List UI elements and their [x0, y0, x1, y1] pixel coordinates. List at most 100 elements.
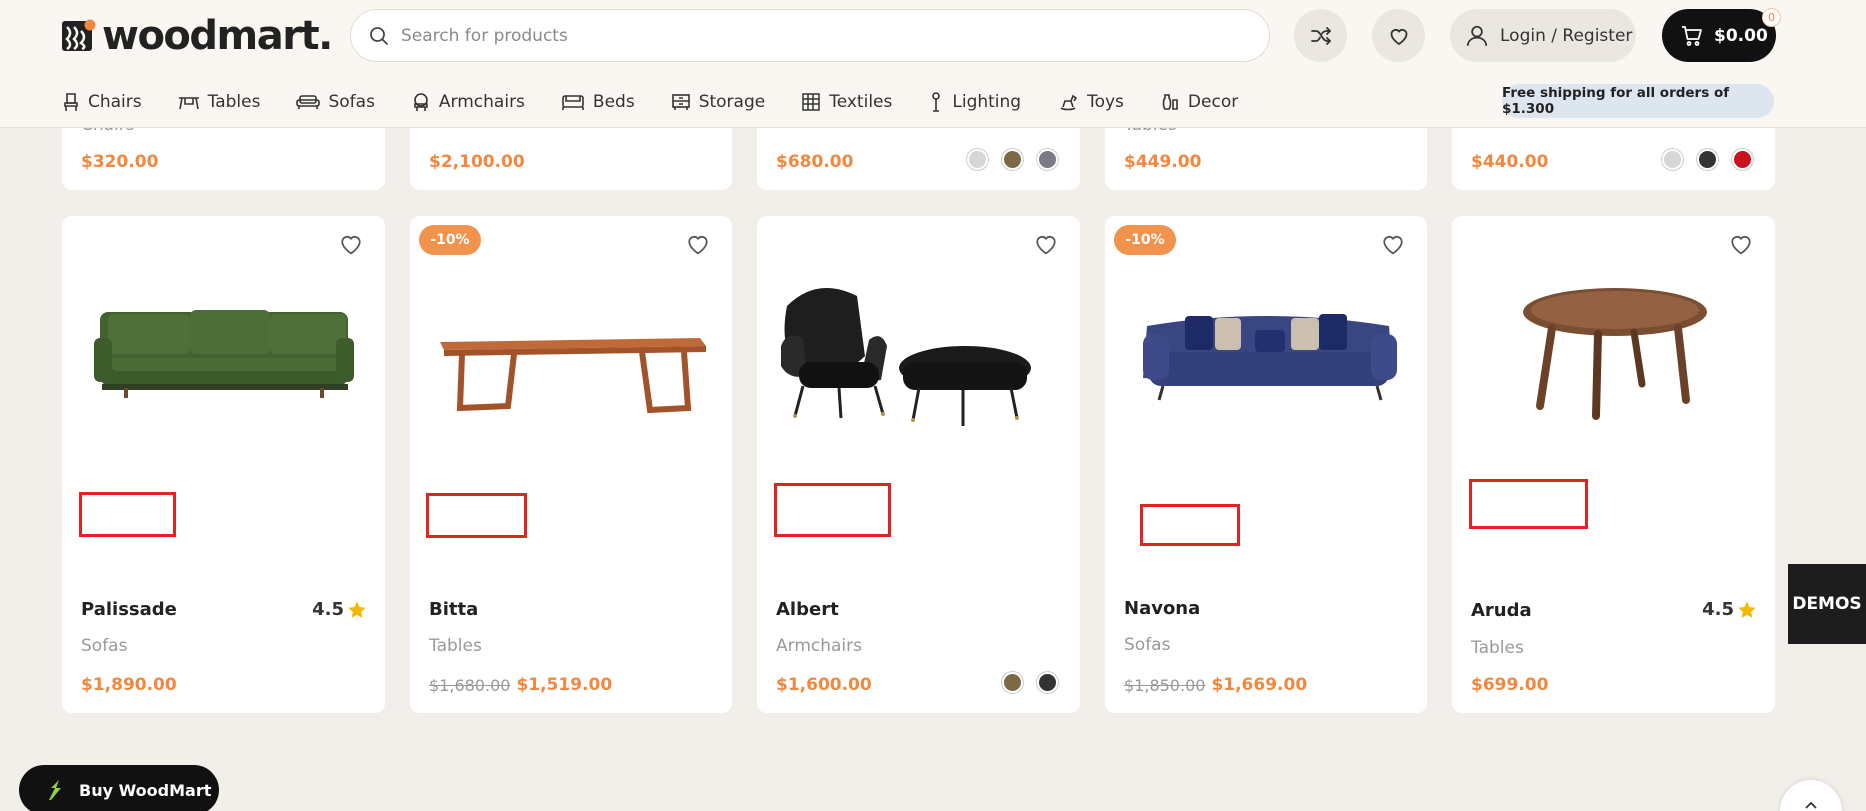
- nav-item-textiles[interactable]: Textiles: [801, 92, 892, 112]
- swatch-black[interactable]: [1037, 672, 1058, 693]
- product-category[interactable]: Tables: [1471, 638, 1524, 658]
- nav-item-label: Beds: [592, 92, 635, 112]
- product-card[interactable]: -10% Navona Sofas $1,850.00 $1,669.00: [1105, 216, 1427, 713]
- product-title[interactable]: Bitta: [429, 599, 478, 620]
- nav-item-label: Sofas: [328, 92, 375, 112]
- textiles-icon: [802, 93, 820, 111]
- product-image-round-wooden-table[interactable]: [1452, 276, 1775, 486]
- toy-horse-icon: [1060, 94, 1078, 111]
- product-rating: 4.5: [1702, 599, 1757, 620]
- search-input[interactable]: [401, 25, 1221, 46]
- price-current: $680.00: [776, 152, 854, 172]
- discount-badge: -10%: [419, 225, 481, 255]
- nav-item-beds[interactable]: Beds: [561, 92, 635, 112]
- product-image-green-sofa[interactable]: [62, 276, 385, 486]
- wishlist-button[interactable]: [1372, 9, 1425, 62]
- nav-item-chairs[interactable]: Chairs: [62, 92, 142, 112]
- logo[interactable]: woodmart.: [62, 13, 333, 59]
- cart-button[interactable]: $0.00: [1662, 9, 1776, 62]
- product-category[interactable]: Sofas: [81, 636, 127, 656]
- product-rating: 4.5: [312, 599, 367, 620]
- product-category[interactable]: Tables: [429, 636, 482, 656]
- product-title[interactable]: Navona: [1124, 598, 1200, 619]
- storage-icon: [671, 94, 690, 110]
- star-icon: [1738, 601, 1756, 618]
- lamp-icon: [932, 92, 941, 112]
- woodmart-leaf-icon: [49, 780, 61, 800]
- price-current: $440.00: [1471, 152, 1549, 172]
- swatch-light-grey[interactable]: [1662, 149, 1683, 170]
- login-label: Login / Register: [1500, 25, 1633, 46]
- nav-item-armchairs[interactable]: Armchairs: [411, 92, 525, 112]
- nav-item-tables[interactable]: Tables: [178, 92, 261, 112]
- add-to-wishlist-heart-icon[interactable]: [1727, 230, 1755, 258]
- product-price: $1,600.00: [776, 675, 872, 695]
- nav-item-sofas[interactable]: Sofas: [296, 92, 375, 112]
- product-image-black-armchair-ottoman[interactable]: [757, 276, 1080, 486]
- logo-text: woodmart.: [102, 13, 333, 59]
- category-nav: Chairs Tables Sofas Armchairs Beds Stora…: [62, 88, 1274, 116]
- product-price: $440.00: [1471, 152, 1548, 172]
- cart-icon: [1682, 25, 1702, 46]
- sofa-icon: [296, 95, 321, 109]
- price-old: $1,680.00: [429, 675, 511, 695]
- nav-item-label: Tables: [207, 92, 261, 112]
- login-register-button[interactable]: Login / Register: [1450, 9, 1636, 62]
- color-swatches: [1002, 672, 1058, 693]
- rating-value: 4.5: [1702, 599, 1734, 620]
- add-to-wishlist-heart-icon[interactable]: [1379, 230, 1407, 258]
- product-card[interactable]: Albert Armchairs $1,600.00: [757, 216, 1080, 713]
- cart-total: $0.00: [1714, 25, 1768, 46]
- product-card[interactable]: Palissade 4.5 Sofas $1,890.00: [62, 216, 385, 713]
- color-swatches: [967, 149, 1058, 170]
- nav-item-toys[interactable]: Toys: [1057, 92, 1124, 112]
- add-to-wishlist-heart-icon[interactable]: [337, 230, 365, 258]
- highlight-box: [1140, 504, 1240, 546]
- shuffle-icon: [1310, 26, 1331, 45]
- product-price: $680.00: [776, 152, 853, 172]
- nav-item-storage[interactable]: Storage: [671, 92, 765, 112]
- add-to-wishlist-heart-icon[interactable]: [1032, 230, 1060, 258]
- swatch-black[interactable]: [1697, 149, 1718, 170]
- price-current: $699.00: [1471, 675, 1549, 695]
- swatch-olive[interactable]: [1002, 672, 1023, 693]
- demos-button[interactable]: DEMOS: [1788, 564, 1866, 644]
- chevron-up-icon: [1805, 801, 1817, 809]
- chair-icon: [64, 93, 78, 111]
- swatch-light-grey[interactable]: [967, 149, 988, 170]
- product-title[interactable]: Aruda: [1471, 600, 1532, 621]
- product-image-wooden-table[interactable]: [410, 276, 732, 486]
- buy-woodmart-button[interactable]: Buy WoodMart: [19, 765, 219, 811]
- nav-item-label: Toys: [1087, 92, 1124, 112]
- nav-item-decor[interactable]: Decor: [1160, 92, 1238, 112]
- product-title[interactable]: Albert: [776, 599, 839, 620]
- swatch-grey[interactable]: [1037, 149, 1058, 170]
- product-category[interactable]: Sofas: [1124, 635, 1170, 655]
- product-price: $1,890.00: [81, 675, 177, 695]
- table-icon: [178, 97, 199, 110]
- nav-item-label: Textiles: [829, 92, 893, 112]
- price-current: $1,669.00: [1211, 675, 1308, 695]
- compare-button[interactable]: [1294, 9, 1347, 62]
- product-price: $2,100.00: [429, 152, 525, 172]
- product-card[interactable]: -10% Bitta Tables $1,680.00 $1,519.00: [410, 216, 732, 713]
- add-to-wishlist-heart-icon[interactable]: [684, 230, 712, 258]
- price-current: $320.00: [81, 152, 159, 172]
- product-category[interactable]: Armchairs: [776, 636, 862, 656]
- product-price: $320.00: [81, 152, 158, 172]
- product-price: $699.00: [1471, 675, 1548, 695]
- nav-item-label: Decor: [1187, 92, 1239, 112]
- highlight-box: [1469, 479, 1588, 529]
- product-card[interactable]: Aruda 4.5 Tables $699.00: [1452, 216, 1775, 713]
- nav-item-lighting[interactable]: Lighting: [928, 91, 1021, 113]
- user-icon: [1466, 25, 1488, 46]
- product-image-blue-sofa[interactable]: [1105, 276, 1427, 486]
- discount-badge: -10%: [1114, 225, 1176, 255]
- product-title[interactable]: Palissade: [81, 599, 177, 620]
- search-bar[interactable]: [350, 9, 1270, 62]
- highlight-box: [774, 483, 891, 537]
- swatch-red[interactable]: [1732, 149, 1753, 170]
- scroll-to-top-button[interactable]: [1780, 780, 1842, 811]
- price-current: $2,100.00: [429, 152, 525, 172]
- swatch-olive[interactable]: [1002, 149, 1023, 170]
